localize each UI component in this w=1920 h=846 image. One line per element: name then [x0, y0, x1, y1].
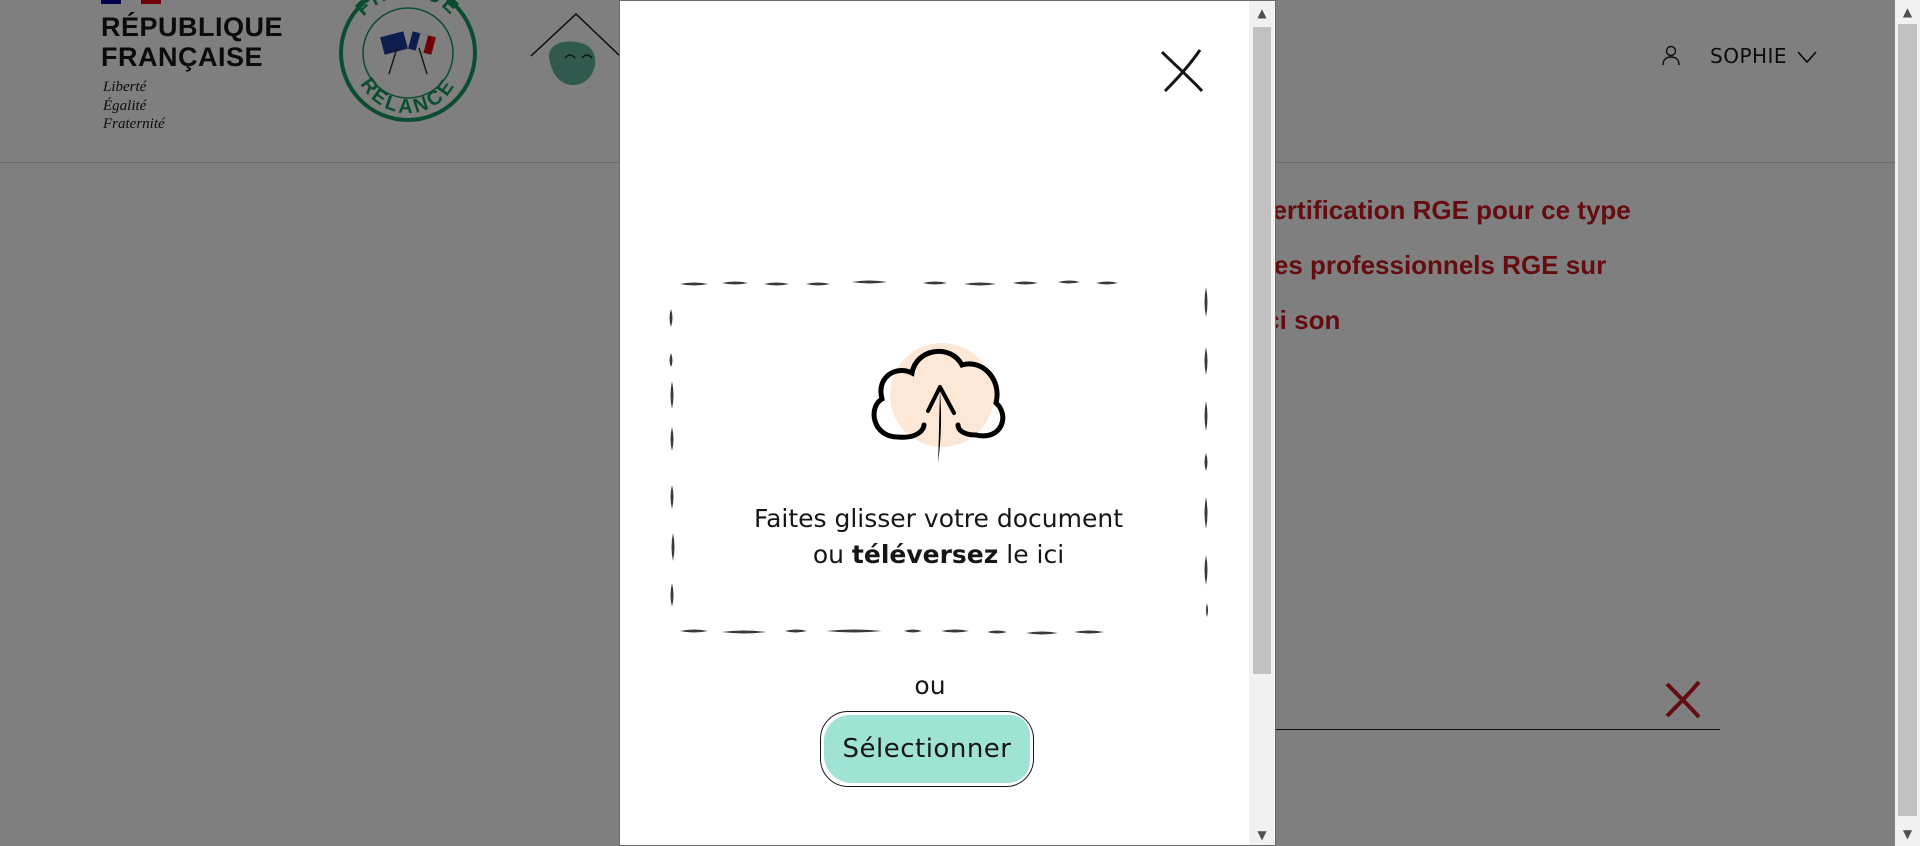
- select-file-button[interactable]: Sélectionner: [820, 711, 1034, 787]
- close-icon[interactable]: [1159, 47, 1205, 93]
- dropzone-line-1: Faites glisser votre document: [753, 504, 1123, 533]
- dropzone-line-2-suffix: le ici: [998, 540, 1065, 569]
- upload-modal: Faites glisser votre document ou téléver…: [619, 0, 1276, 846]
- page-scrollbar[interactable]: ▲ ▼: [1895, 0, 1920, 846]
- dropzone-instructions: Faites glisser votre document ou téléver…: [666, 501, 1211, 573]
- page-scroll-down-arrow[interactable]: ▼: [1895, 822, 1920, 846]
- modal-scroll-down-arrow[interactable]: ▼: [1249, 823, 1275, 845]
- dropzone-line-2-bold: téléversez: [851, 540, 999, 569]
- dropzone-line-2: ou téléversez le ici: [666, 537, 1211, 573]
- modal-scroll-up-arrow[interactable]: ▲: [1249, 1, 1275, 25]
- page-scroll-thumb[interactable]: [1898, 24, 1917, 816]
- modal-scrollbar[interactable]: ▲ ▼: [1249, 1, 1275, 845]
- file-dropzone[interactable]: Faites glisser votre document ou téléver…: [666, 277, 1211, 639]
- cloud-upload-icon: [871, 343, 1006, 463]
- or-separator: ou: [914, 671, 946, 700]
- select-button-label: Sélectionner: [842, 734, 1012, 764]
- page-scroll-up-arrow[interactable]: ▲: [1895, 0, 1920, 24]
- dropzone-line-2-prefix: ou: [812, 540, 852, 569]
- modal-scroll-thumb[interactable]: [1253, 27, 1271, 674]
